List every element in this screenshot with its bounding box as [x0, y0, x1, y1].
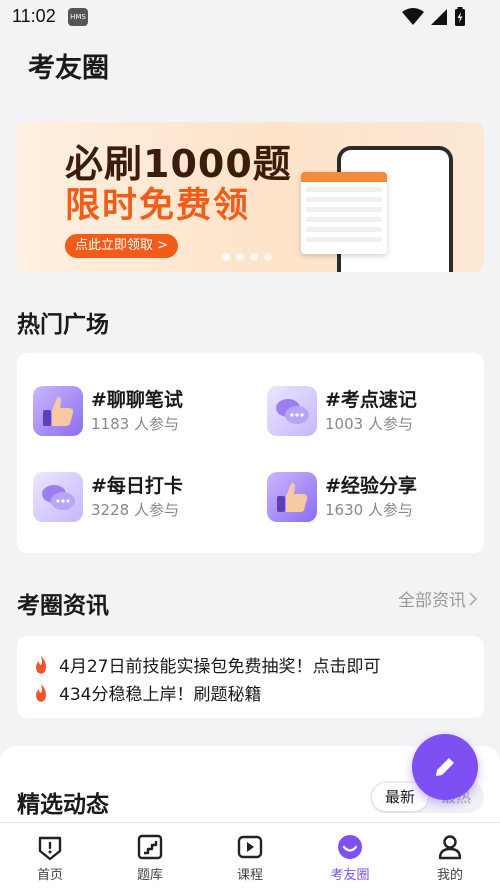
news-text: 4月27日前技能实操包免费抽奖！点击即可 [59, 657, 381, 677]
banner-subline: 限时免费领 [65, 186, 251, 226]
tab-label: 考友圈 [330, 868, 370, 883]
community-icon [338, 835, 362, 859]
tab-profile[interactable]: 我的 [400, 823, 500, 889]
status-bar: 11:02 HMS [0, 0, 500, 34]
topic-count: 1630 人参与 [325, 501, 413, 519]
banner-pagination [222, 253, 272, 261]
topic-item[interactable]: #聊聊笔试 1183 人参与 [33, 386, 183, 436]
question-bank-icon [137, 834, 163, 860]
banner-dot [264, 253, 272, 261]
wifi-icon [402, 8, 424, 25]
tab-question-bank[interactable]: 题库 [100, 823, 200, 889]
banner-dot [236, 253, 244, 261]
thumbs-up-icon [33, 386, 83, 436]
banner-card-illustration [301, 172, 387, 254]
topic-name: #经验分享 [325, 475, 417, 497]
signal-icon [431, 9, 447, 25]
all-news-label: 全部资讯 [398, 591, 466, 611]
hot-section-title: 热门广场 [17, 312, 109, 338]
pencil-icon [436, 755, 457, 776]
banner-cta-button[interactable]: 点此立即领取 > [65, 234, 179, 258]
news-item[interactable]: 4月27日前技能实操包免费抽奖！点击即可 [33, 652, 380, 677]
status-time: 11:02 [12, 6, 56, 26]
chat-bubbles-icon [267, 386, 317, 436]
course-play-icon [237, 835, 263, 859]
topic-item[interactable]: #经验分享 1630 人参与 [267, 472, 417, 522]
topic-name: #聊聊笔试 [91, 389, 183, 411]
news-section-title: 考圈资讯 [17, 593, 109, 619]
profile-icon [438, 835, 462, 860]
banner-dot [222, 253, 230, 261]
topic-item[interactable]: #考点速记 1003 人参与 [267, 386, 417, 436]
promo-banner[interactable]: 必刷1000题 限时免费领 点此立即领取 > [17, 122, 484, 272]
tab-label: 首页 [36, 868, 63, 883]
status-icons [402, 7, 466, 27]
thumbs-up-icon [267, 472, 317, 522]
hms-badge: HMS [68, 8, 88, 26]
chat-bubbles-icon [33, 472, 83, 522]
banner-headline: 必刷1000题 [65, 142, 292, 186]
fire-icon [36, 655, 46, 674]
tab-community[interactable]: 考友圈 [300, 823, 400, 889]
feed-section-title: 精选动态 [17, 792, 109, 818]
all-news-link[interactable]: 全部资讯 [398, 586, 478, 611]
topic-count: 3228 人参与 [91, 501, 179, 519]
tab-label: 题库 [136, 868, 163, 883]
compose-post-button[interactable] [412, 734, 478, 800]
tab-courses[interactable]: 课程 [200, 823, 300, 889]
topic-item[interactable]: #每日打卡 3228 人参与 [33, 472, 183, 522]
news-card: 4月27日前技能实操包免费抽奖！点击即可 434分稳稳上岸！刷题秘籍 [17, 636, 484, 718]
fire-icon [36, 683, 46, 702]
hot-topics-card: #聊聊笔试 1183 人参与 #考点速记 1003 人参与 #每日打卡 3228… [17, 353, 484, 553]
battery-icon [455, 7, 465, 26]
topic-count: 1003 人参与 [325, 415, 413, 433]
news-text: 434分稳稳上岸！刷题秘籍 [59, 685, 262, 705]
tab-label: 我的 [436, 868, 463, 883]
tab-home[interactable]: 首页 [0, 823, 100, 889]
topic-count: 1183 人参与 [91, 415, 179, 433]
chevron-right-icon [469, 591, 478, 606]
topic-name: #每日打卡 [91, 475, 183, 497]
topic-name: #考点速记 [325, 389, 417, 411]
banner-dot [250, 253, 258, 261]
bottom-tab-bar: 首页 题库 课程 考友圈 我的 [0, 822, 500, 889]
home-icon [38, 836, 62, 861]
tab-label: 课程 [236, 868, 263, 883]
page-title: 考友圈 [28, 53, 109, 84]
news-item[interactable]: 434分稳稳上岸！刷题秘籍 [33, 680, 261, 705]
